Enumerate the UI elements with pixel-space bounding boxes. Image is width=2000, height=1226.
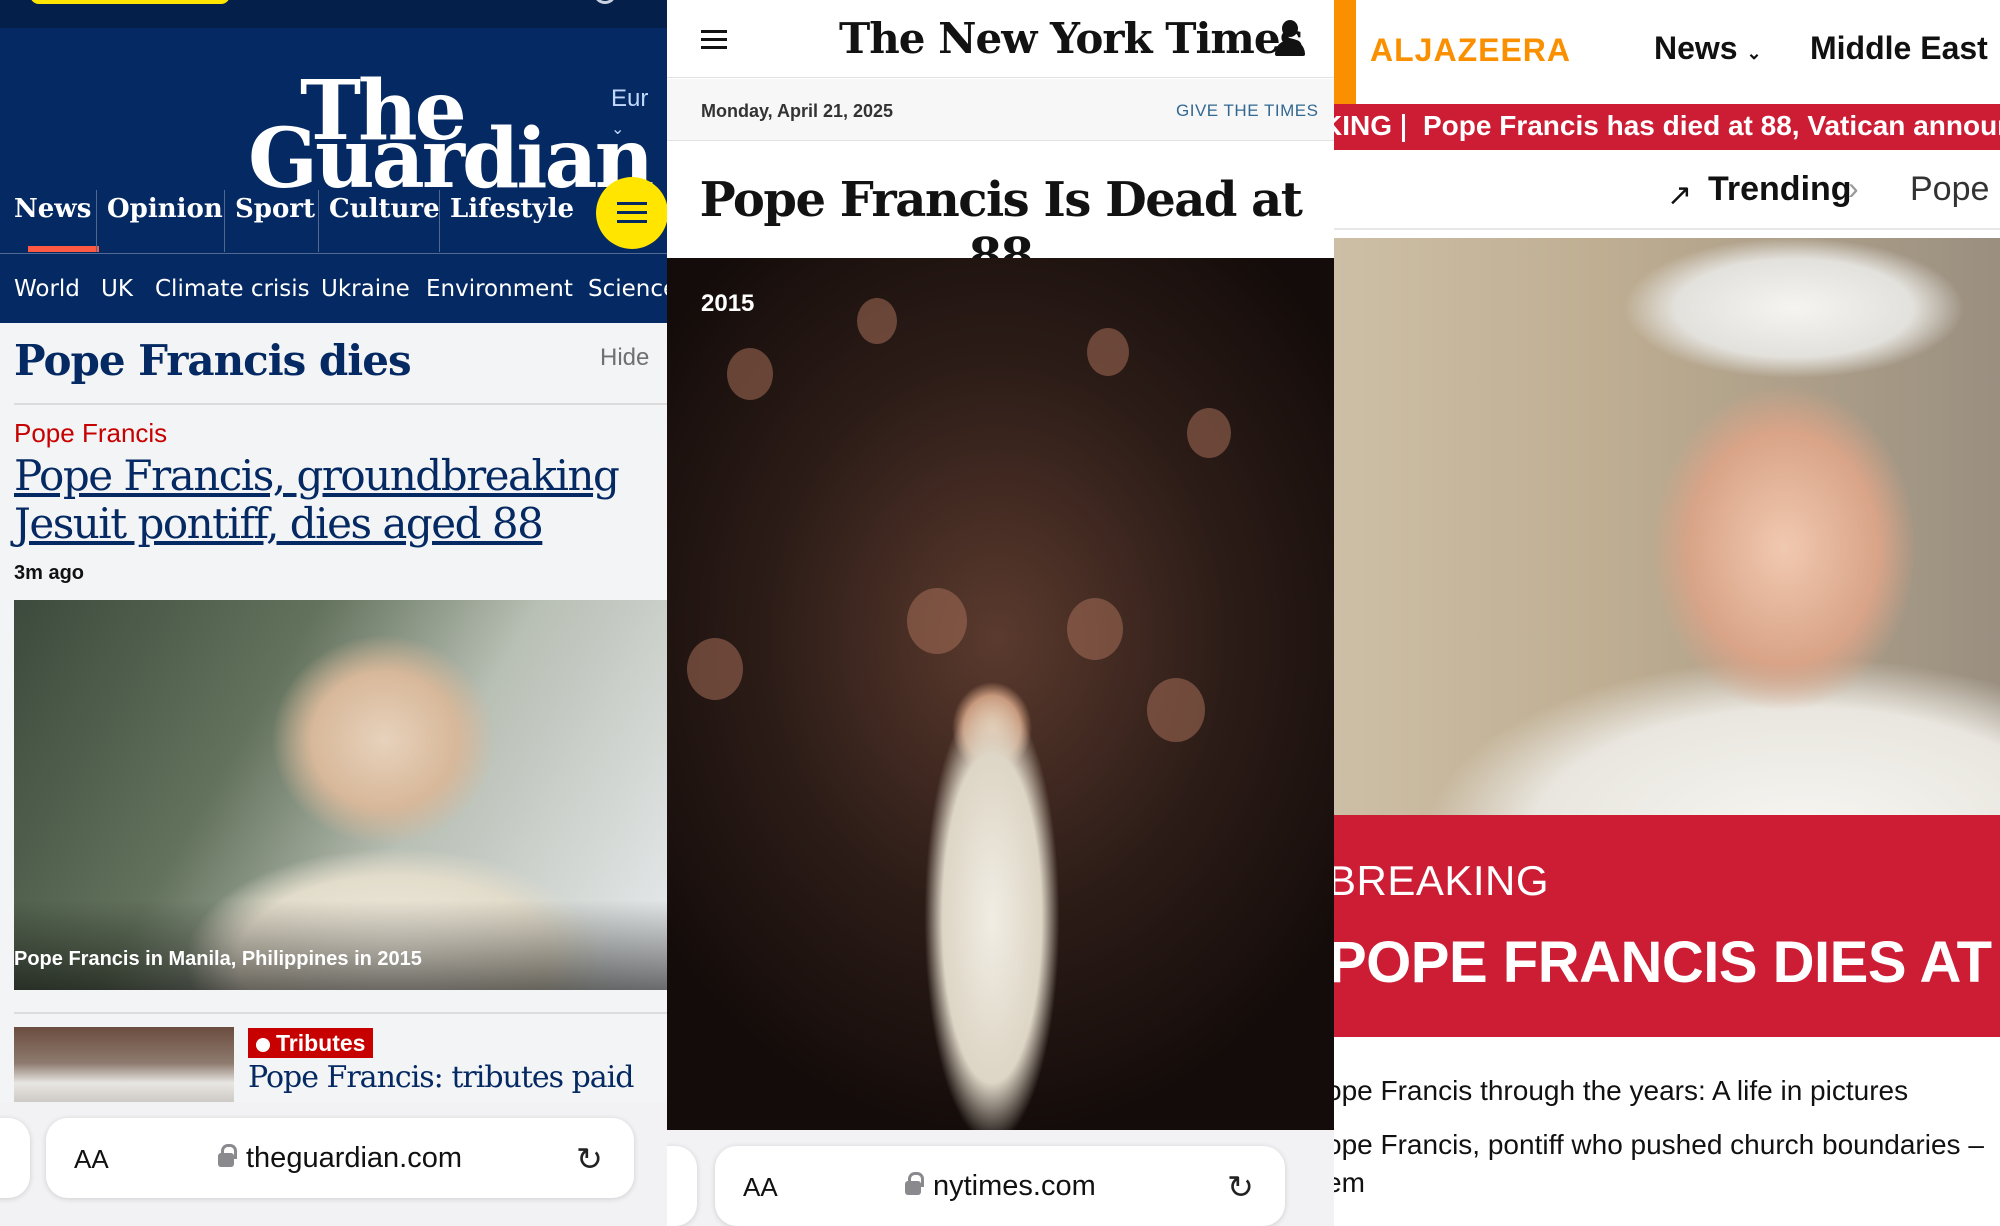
live-tag: Tributes [248,1028,374,1058]
breaking-ticker[interactable]: KING Pope Francis has died at 88, Vatica… [1334,104,2000,150]
tribute-headline-link[interactable]: Pope Francis: tributes paid [248,1060,634,1095]
crowd-shape [727,348,773,400]
nav-news-label: News [1654,30,1738,66]
chevron-right-icon: › [1848,170,1859,206]
crowd-shape [687,638,743,700]
guardian-top-strip [0,0,667,28]
related-link-1[interactable]: ope Francis through the years: A life in… [1334,1072,1908,1110]
related-link-2-cont[interactable]: em [1334,1164,1365,1202]
menu-button[interactable] [596,177,667,249]
brand-stripe [1334,0,1356,104]
subnav-environment[interactable]: Environment [426,276,573,302]
related-link-2[interactable]: ope Francis, pontiff who pushed church b… [1334,1126,1984,1164]
aljazeera-logo[interactable]: ALJAZEERA [1370,32,1571,69]
reader-aa-button[interactable]: AA [74,1144,109,1175]
url-display: theguardian.com [218,1142,462,1175]
chevron-down-icon: ⌄ [1746,43,1762,63]
subnav-ukraine[interactable]: Ukraine [321,276,410,302]
previous-tab[interactable] [0,1118,30,1198]
tribute-thumbnail[interactable] [14,1027,234,1107]
hamburger-icon-bar [617,211,647,214]
article-photo[interactable] [14,600,667,990]
browser-toolbar: AA theguardian.com ↻ [0,1102,667,1226]
breaking-label: BREAKING [1334,857,1550,904]
live-dot-icon [256,1038,270,1052]
hide-button[interactable]: Hide [600,344,649,372]
trending-item[interactable]: Pope F [1910,170,2000,209]
crowd-shape [857,298,897,344]
subnav-uk[interactable]: UK [101,276,133,302]
subnav-science[interactable]: Science [588,276,667,302]
previous-tab[interactable] [667,1146,697,1226]
logo-line-2: Guardian [248,111,654,207]
address-bar[interactable]: AA theguardian.com ↻ [46,1118,634,1198]
live-tag-label: Tributes [276,1030,366,1056]
ticker-label: KING [1334,110,1392,141]
ticker-text: Pope Francis has died at 88, Vatican ann… [1423,110,2000,141]
pillar-news[interactable]: News [14,190,100,252]
browser-toolbar: AA nytimes.com ↻ [667,1130,1334,1226]
sub-nav: World UK Climate crisis Ukraine Environm… [0,253,667,323]
section-title: Pope Francis dies [14,336,412,385]
article-timestamp: 3m ago [14,562,85,584]
guardian-logo[interactable]: The Guardian [248,70,654,200]
hamburger-icon[interactable] [701,30,727,54]
url-text: theguardian.com [246,1142,463,1174]
crowd-shape [907,588,967,654]
reader-aa-button[interactable]: AA [743,1172,778,1203]
article-headline-link[interactable]: Pope Francis, groundbreaking Jesuit pont… [14,452,654,548]
guardian-browser-panel: The Guardian Eur ⌄ News Opinion Sport Cu… [0,0,667,1226]
pillar-culture[interactable]: Culture [318,190,440,252]
subnav-climate-crisis[interactable]: Climate crisis [155,276,310,302]
article-kicker[interactable]: Pope Francis [14,418,167,449]
pillar-opinion[interactable]: Opinion [96,190,223,252]
ticker-divider [1402,114,1405,142]
reload-icon[interactable]: ↻ [576,1140,603,1178]
pillar-nav: News Opinion Sport Culture Lifestyle [0,190,667,252]
breaking-banner[interactable]: BREAKING POPE FRANCIS DIES AT 88 [1334,815,2000,1037]
trending-label[interactable]: Trending [1708,170,1852,209]
nyt-header: The New York Times [667,0,1334,78]
aljazeera-browser-panel: ALJAZEERA News ⌄ Middle East KING Pope F… [1334,0,2000,1226]
crowd-shape [1067,598,1123,660]
caption-gradient [14,900,667,990]
lock-icon [218,1144,237,1167]
url-display: nytimes.com [905,1170,1096,1203]
divider [14,1012,667,1014]
article-photo[interactable] [667,258,1334,1130]
aljazeera-header: ALJAZEERA News ⌄ Middle East [1334,0,2000,104]
edition-label: Eur [611,85,649,112]
support-pill-button[interactable] [30,0,230,4]
trending-bar: ↗ Trending › Pope F [1334,150,2000,230]
crowd-shape [1187,408,1231,458]
reload-icon[interactable]: ↻ [1227,1168,1254,1206]
subnav-world[interactable]: World [14,276,80,302]
nyt-logo[interactable]: The New York Times [839,14,1303,63]
hamburger-icon [617,202,647,205]
crowd-shape [1147,678,1205,742]
trending-arrow-icon: ↗ [1667,179,1693,212]
edition-selector[interactable]: Eur ⌄ [611,85,667,141]
address-bar[interactable]: AA nytimes.com ↻ [715,1146,1285,1226]
divider [14,403,667,405]
nyt-browser-panel: The New York Times Monday, April 21, 202… [667,0,1334,1226]
article-photo[interactable] [1334,238,2000,815]
date-bar: Monday, April 21, 2025 GIVE THE TIMES [667,79,1334,141]
lock-icon [905,1172,924,1195]
photo-year-label: 2015 [701,290,755,317]
breaking-headline: POPE FRANCIS DIES AT 88 [1334,930,2000,995]
photo-caption: Pope Francis in Manila, Philippines in 2… [14,948,422,970]
nav-middle-east[interactable]: Middle East [1810,30,1988,67]
crowd-shape [1087,328,1129,376]
current-date: Monday, April 21, 2025 [701,101,894,121]
chevron-down-icon: ⌄ [611,121,625,138]
pillar-lifestyle[interactable]: Lifestyle [439,190,574,252]
pillar-sport[interactable]: Sport [224,190,315,252]
url-text: nytimes.com [933,1170,1096,1202]
hamburger-icon-bar [617,220,647,223]
user-icon[interactable] [1275,20,1305,58]
nav-news[interactable]: News ⌄ [1654,30,1762,67]
give-the-times-link[interactable]: GIVE THE TIMES [1176,101,1318,121]
account-icon[interactable] [595,0,615,4]
